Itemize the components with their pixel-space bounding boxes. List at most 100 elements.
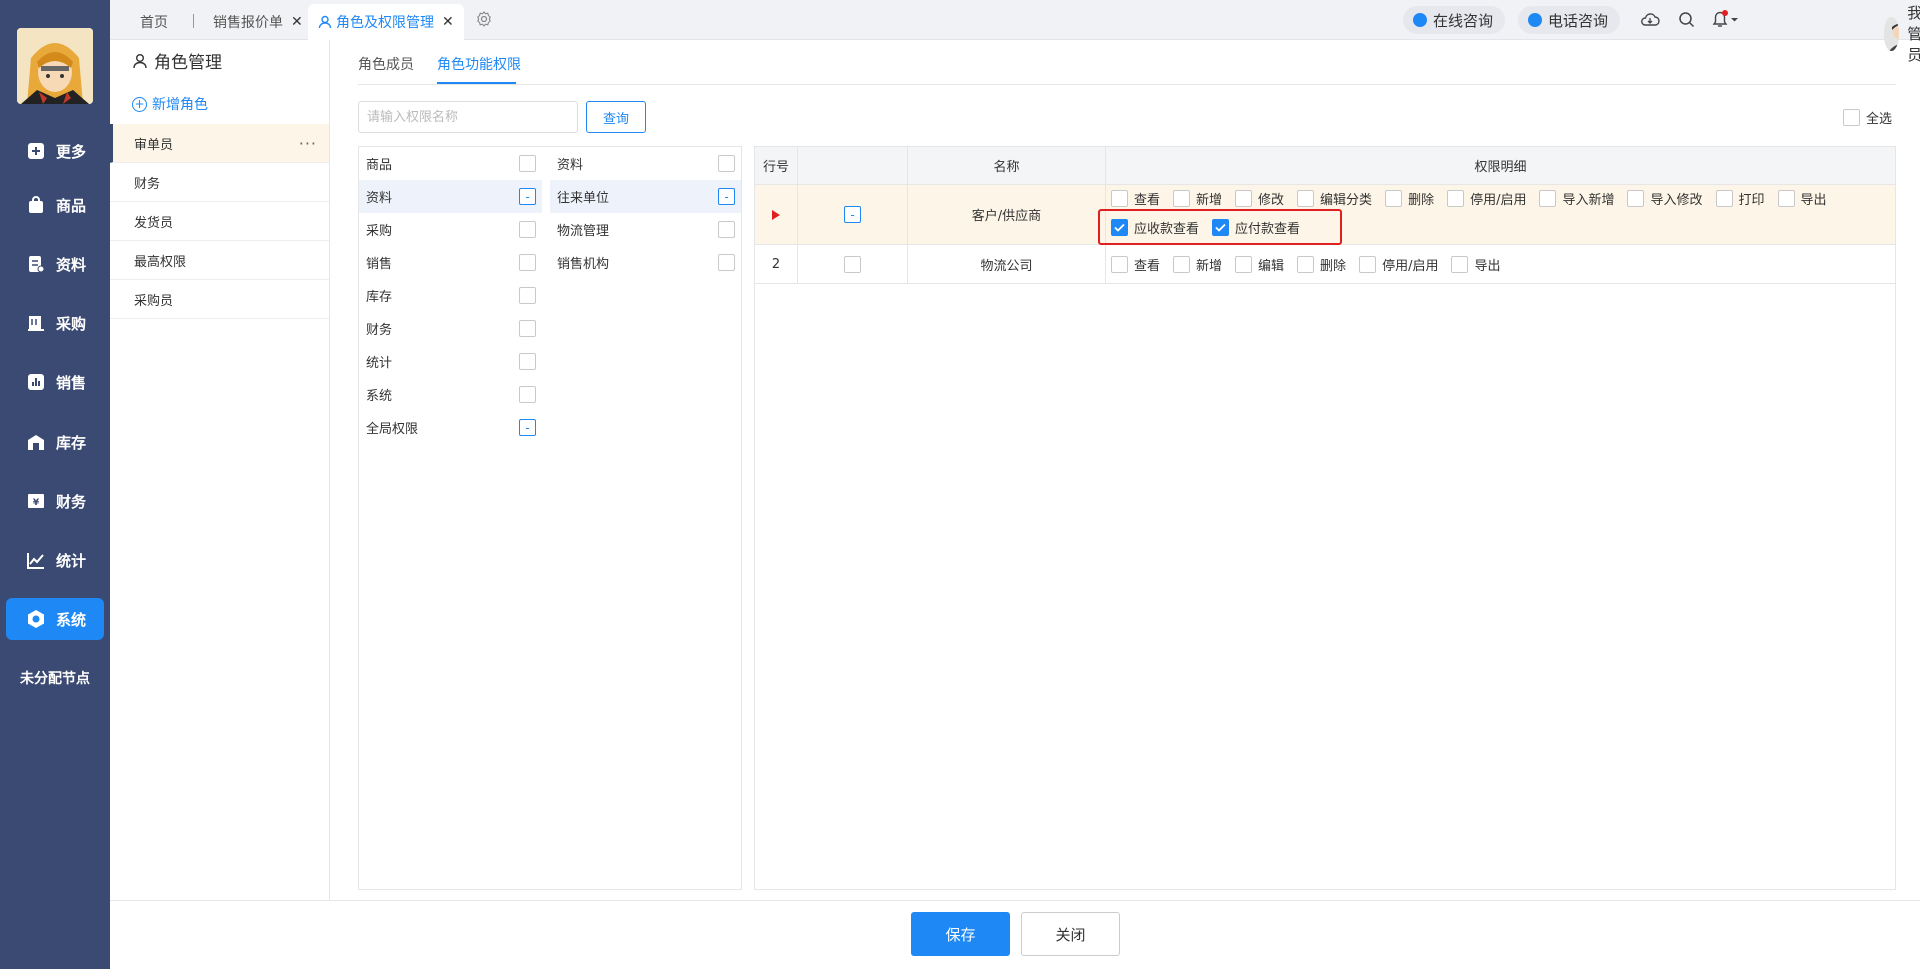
- subcategory-checkbox[interactable]: [718, 254, 735, 271]
- cloud-icon[interactable]: [1639, 8, 1661, 30]
- search-icon[interactable]: [1675, 8, 1697, 30]
- nav-finance[interactable]: ¥ 财务: [0, 480, 110, 522]
- row-checkbox[interactable]: [844, 255, 861, 273]
- permission-checkbox[interactable]: [1173, 190, 1191, 207]
- close-button[interactable]: 关闭: [1021, 912, 1120, 956]
- more-icon[interactable]: ···: [299, 134, 317, 153]
- subcategory-item[interactable]: 销售机构: [550, 246, 741, 279]
- role-item[interactable]: 最高权限: [110, 241, 329, 280]
- tab-sales-quote[interactable]: 销售报价单 ✕: [213, 4, 303, 40]
- category-item[interactable]: 资料 -: [359, 180, 542, 213]
- permission-checkbox[interactable]: [1235, 190, 1253, 207]
- permission-option[interactable]: 导出: [1451, 255, 1500, 274]
- tab-role-permission[interactable]: 角色及权限管理 ✕: [308, 4, 464, 40]
- permission-checkbox[interactable]: [1447, 190, 1465, 207]
- select-all-checkbox[interactable]: [1843, 109, 1860, 126]
- category-item[interactable]: 统计: [359, 345, 542, 378]
- category-item[interactable]: 全局权限 -: [359, 411, 542, 444]
- permission-checkbox[interactable]: [1297, 256, 1315, 273]
- permission-option[interactable]: 导入新增: [1539, 189, 1614, 208]
- subcategory-item[interactable]: 资料: [550, 147, 741, 180]
- category-checkbox-partial[interactable]: -: [519, 419, 536, 436]
- permission-option[interactable]: 编辑: [1235, 255, 1284, 274]
- category-checkbox[interactable]: [519, 155, 536, 172]
- tab-role-permissions[interactable]: 角色功能权限: [437, 54, 521, 74]
- subcategory-checkbox[interactable]: [718, 221, 735, 238]
- user-menu[interactable]: 我是管理员: [1884, 2, 1920, 65]
- table-row[interactable]: 2 物流公司 查看 新增 编辑 删除 停用/启用 导出: [755, 245, 1895, 284]
- close-icon[interactable]: ✕: [291, 14, 303, 30]
- nav-inventory[interactable]: 库存: [0, 421, 110, 463]
- select-all-toggle[interactable]: 全选: [1843, 108, 1892, 127]
- close-icon[interactable]: ✕: [442, 14, 454, 30]
- category-checkbox[interactable]: [519, 353, 536, 370]
- permission-option[interactable]: 修改: [1235, 189, 1284, 208]
- app-avatar[interactable]: [17, 28, 93, 104]
- tab-role-members[interactable]: 角色成员: [358, 54, 414, 74]
- subcategory-item[interactable]: 往来单位 -: [550, 180, 741, 213]
- category-checkbox[interactable]: [519, 287, 536, 304]
- permission-checkbox[interactable]: [1359, 256, 1377, 273]
- category-item[interactable]: 库存: [359, 279, 542, 312]
- category-item[interactable]: 销售: [359, 246, 542, 279]
- subcategory-checkbox-partial[interactable]: -: [718, 188, 735, 205]
- nav-statistics[interactable]: 统计: [0, 539, 110, 581]
- permission-checkbox[interactable]: [1627, 190, 1645, 207]
- role-item[interactable]: 发货员: [110, 202, 329, 241]
- permission-option[interactable]: 编辑分类: [1297, 189, 1372, 208]
- bell-icon[interactable]: [1709, 8, 1741, 30]
- permission-checkbox[interactable]: [1777, 190, 1795, 207]
- permission-label: 停用/启用: [1470, 193, 1527, 208]
- permission-checkbox[interactable]: [1539, 190, 1557, 207]
- permission-checkbox[interactable]: [1715, 190, 1733, 207]
- category-checkbox-partial[interactable]: -: [519, 188, 536, 205]
- permission-option[interactable]: 新增: [1173, 255, 1222, 274]
- permission-checkbox[interactable]: [1111, 190, 1128, 207]
- permission-checkbox[interactable]: [1451, 256, 1469, 273]
- category-checkbox[interactable]: [519, 386, 536, 403]
- role-item[interactable]: 财务: [110, 163, 329, 202]
- tab-home[interactable]: 首页: [140, 4, 168, 40]
- permission-checkbox[interactable]: [1385, 190, 1403, 207]
- permission-option[interactable]: 打印: [1715, 189, 1765, 208]
- permission-checkbox[interactable]: [1111, 256, 1128, 273]
- permission-option[interactable]: 停用/启用: [1359, 255, 1438, 274]
- role-item[interactable]: 采购员: [110, 280, 329, 319]
- subcategory-item[interactable]: 物流管理: [550, 213, 741, 246]
- permission-checkbox[interactable]: [1297, 190, 1315, 207]
- permission-option[interactable]: 导入修改: [1627, 189, 1703, 208]
- phone-consult-button[interactable]: 电话咨询: [1518, 6, 1621, 34]
- permission-checkbox[interactable]: [1173, 256, 1191, 273]
- gear-icon[interactable]: [473, 8, 495, 30]
- permission-option[interactable]: 查看: [1111, 189, 1160, 208]
- nav-data[interactable]: 资料: [0, 243, 110, 285]
- permission-option[interactable]: 删除: [1297, 255, 1346, 274]
- nav-unassigned-nodes[interactable]: 未分配节点: [0, 668, 110, 688]
- role-item[interactable]: 审单员 ···: [110, 124, 329, 163]
- permission-option[interactable]: 新增: [1173, 189, 1222, 208]
- category-item[interactable]: 商品: [359, 147, 542, 180]
- query-button[interactable]: 查询: [586, 101, 646, 133]
- permission-option[interactable]: 导出: [1777, 189, 1827, 208]
- nav-more[interactable]: 更多: [0, 130, 110, 172]
- nav-system[interactable]: 系统: [6, 598, 104, 640]
- category-item[interactable]: 系统: [359, 378, 542, 411]
- category-item[interactable]: 采购: [359, 213, 542, 246]
- row-checkbox-partial[interactable]: -: [844, 206, 861, 223]
- category-checkbox[interactable]: [519, 221, 536, 238]
- add-role-button[interactable]: + 新增角色: [132, 94, 208, 114]
- permission-option[interactable]: 查看: [1111, 255, 1160, 274]
- subcategory-checkbox[interactable]: [718, 155, 735, 172]
- permission-option[interactable]: 删除: [1385, 189, 1434, 208]
- nav-purchase[interactable]: 采购: [0, 302, 110, 344]
- online-consult-button[interactable]: 在线咨询: [1403, 6, 1506, 34]
- category-item[interactable]: 财务: [359, 312, 542, 345]
- category-checkbox[interactable]: [519, 320, 536, 337]
- permission-search-input[interactable]: [358, 101, 578, 133]
- permission-checkbox[interactable]: [1235, 256, 1253, 273]
- permission-option[interactable]: 停用/启用: [1447, 189, 1526, 208]
- nav-goods[interactable]: 商品: [0, 184, 110, 226]
- category-checkbox[interactable]: [519, 254, 536, 271]
- nav-sales[interactable]: 销售: [0, 361, 110, 403]
- save-button[interactable]: 保存: [911, 912, 1010, 956]
